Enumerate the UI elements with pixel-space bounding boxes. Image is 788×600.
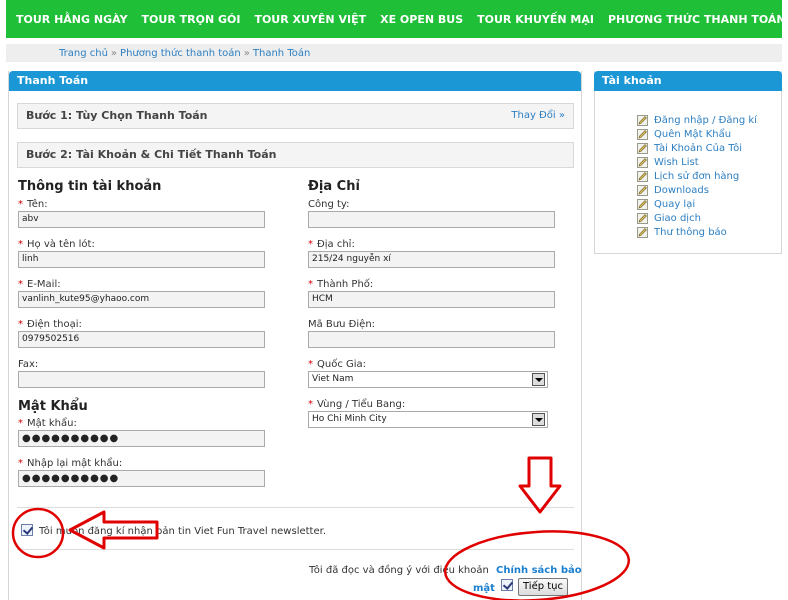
sidebar-title: Tài khoản <box>594 71 782 91</box>
step1-label: Bước 1: Tùy Chọn Thanh Toán <box>26 109 208 122</box>
account-sidebar: Tài khoản Đăng nhập / Đăng kí Quên Mật K… <box>594 71 782 254</box>
nav-package-tours[interactable]: TOUR TRỌN GÓI <box>142 13 241 26</box>
sidebar-item-my-account[interactable]: Tài Khoản Của Tôi <box>637 141 757 155</box>
breadcrumb-separator: » <box>110 47 118 59</box>
country-select[interactable]: Viet Nam <box>308 371 548 388</box>
agree-text: Tôi đã đọc và đồng ý với điều khoản <box>309 565 489 576</box>
nav-daily-tours[interactable]: TOUR HẰNG NGÀY <box>16 13 128 26</box>
pencil-icon <box>637 226 648 238</box>
agree-checkbox[interactable] <box>501 579 513 591</box>
nav-payment-methods[interactable]: PHƯƠNG THỨC THANH TOÁN <box>608 13 786 26</box>
address-title: Địa Chỉ <box>308 179 360 194</box>
step2-label: Bước 2: Tài Khoản & Chi Tiết Thanh Toán <box>26 148 277 161</box>
zone-select[interactable]: Ho Chi Minh City <box>308 411 548 428</box>
sidebar-item-wish-list[interactable]: Wish List <box>637 155 757 169</box>
divider <box>17 507 574 508</box>
country-label: * Quốc Gia: <box>308 359 367 370</box>
sidebar-item-downloads[interactable]: Downloads <box>637 183 757 197</box>
phone-label: * Điện thoại: <box>18 319 82 330</box>
sidebar-item-order-history[interactable]: Lịch sử đơn hàng <box>637 169 757 183</box>
fax-label: Fax: <box>18 359 39 370</box>
confirm-password-label: * Nhập lại mật khẩu: <box>18 458 123 469</box>
breadcrumb-payment-methods[interactable]: Phương thức thanh toán <box>120 48 241 59</box>
sidebar-item-forgot-password[interactable]: Quên Mật Khẩu <box>637 127 757 141</box>
first-name-label: * Tên: <box>18 199 48 210</box>
postcode-label: Mã Bưu Điện: <box>308 319 376 330</box>
breadcrumb: Trang chủ » Phương thức thanh toán » Tha… <box>6 44 782 62</box>
nav-open-bus[interactable]: XE OPEN BUS <box>380 13 463 26</box>
email-label: * E-Mail: <box>18 279 61 290</box>
phone-input[interactable]: 0979502516 <box>18 331 265 348</box>
company-input[interactable] <box>308 211 555 228</box>
last-name-input[interactable]: linh <box>18 251 265 268</box>
chevron-down-icon[interactable] <box>532 413 545 426</box>
step2-bar: Bước 2: Tài Khoản & Chi Tiết Thanh Toán <box>17 142 574 168</box>
password-input[interactable]: ●●●●●●●●●● <box>18 430 265 447</box>
email-input[interactable]: vanlinh_kute95@yhaoo.com <box>18 291 265 308</box>
newsletter-label: Tôi muốn đăng kí nhận bản tin Viet Fun T… <box>39 526 326 537</box>
sidebar-item-transactions[interactable]: Giao dịch <box>637 211 757 225</box>
pencil-icon <box>637 114 648 126</box>
divider <box>17 549 574 550</box>
account-menu: Đăng nhập / Đăng kí Quên Mật Khẩu Tài Kh… <box>637 113 757 239</box>
confirm-password-input[interactable]: ●●●●●●●●●● <box>18 470 265 487</box>
country-selected-value: Viet Nam <box>312 374 354 384</box>
pencil-icon <box>637 198 648 210</box>
sidebar-item-returns[interactable]: Quay lại <box>637 197 757 211</box>
account-info-title: Thông tin tài khoản <box>18 179 162 194</box>
newsletter-checkbox[interactable] <box>21 524 33 536</box>
password-title: Mật Khẩu <box>18 399 88 414</box>
company-label: Công ty: <box>308 199 350 210</box>
top-navigation: TOUR HẰNG NGÀY TOUR TRỌN GÓI TOUR XUYÊN … <box>6 0 786 38</box>
privacy-policy-link[interactable]: Chính sách bảo <box>496 565 582 576</box>
first-name-input[interactable]: abv <box>18 211 265 228</box>
zone-label: * Vùng / Tiểu Bang: <box>308 399 406 410</box>
privacy-policy-link-cont[interactable]: mật <box>473 583 495 594</box>
pencil-icon <box>637 170 648 182</box>
breadcrumb-checkout[interactable]: Thanh Toán <box>253 48 310 59</box>
checkout-panel-title: Thanh Toán <box>9 71 581 91</box>
city-label: * Thành Phố: <box>308 279 374 290</box>
pencil-icon <box>637 184 648 196</box>
sidebar-item-login[interactable]: Đăng nhập / Đăng kí <box>637 113 757 127</box>
breadcrumb-home[interactable]: Trang chủ <box>59 48 108 59</box>
pencil-icon <box>637 142 648 154</box>
nav-promo-tours[interactable]: TOUR KHUYẾN MẠI <box>477 13 594 26</box>
fax-input[interactable] <box>18 371 265 388</box>
breadcrumb-separator: » <box>243 47 250 59</box>
change-link[interactable]: Thay Đổi » <box>511 104 565 128</box>
chevron-down-icon[interactable] <box>532 373 545 386</box>
pencil-icon <box>637 212 648 224</box>
password-label: * Mật khẩu: <box>18 418 77 429</box>
address-label: * Địa chỉ: <box>308 239 355 250</box>
pencil-icon <box>637 156 648 168</box>
step1-bar: Bước 1: Tùy Chọn Thanh Toán Thay Đổi » <box>17 103 574 129</box>
city-input[interactable]: HCM <box>308 291 555 308</box>
pencil-icon <box>637 128 648 140</box>
postcode-input[interactable] <box>308 331 555 348</box>
sidebar-item-newsletter[interactable]: Thư thông báo <box>637 225 757 239</box>
continue-button[interactable]: Tiếp tục <box>518 578 568 596</box>
last-name-label: * Họ và tên lót: <box>18 239 95 250</box>
checkout-panel: Thanh Toán Bước 1: Tùy Chọn Thanh Toán T… <box>8 71 582 600</box>
zone-selected-value: Ho Chi Minh City <box>312 414 387 424</box>
nav-cross-country-tours[interactable]: TOUR XUYÊN VIỆT <box>254 13 366 26</box>
address-input[interactable]: 215/24 nguyễn xí <box>308 251 555 268</box>
